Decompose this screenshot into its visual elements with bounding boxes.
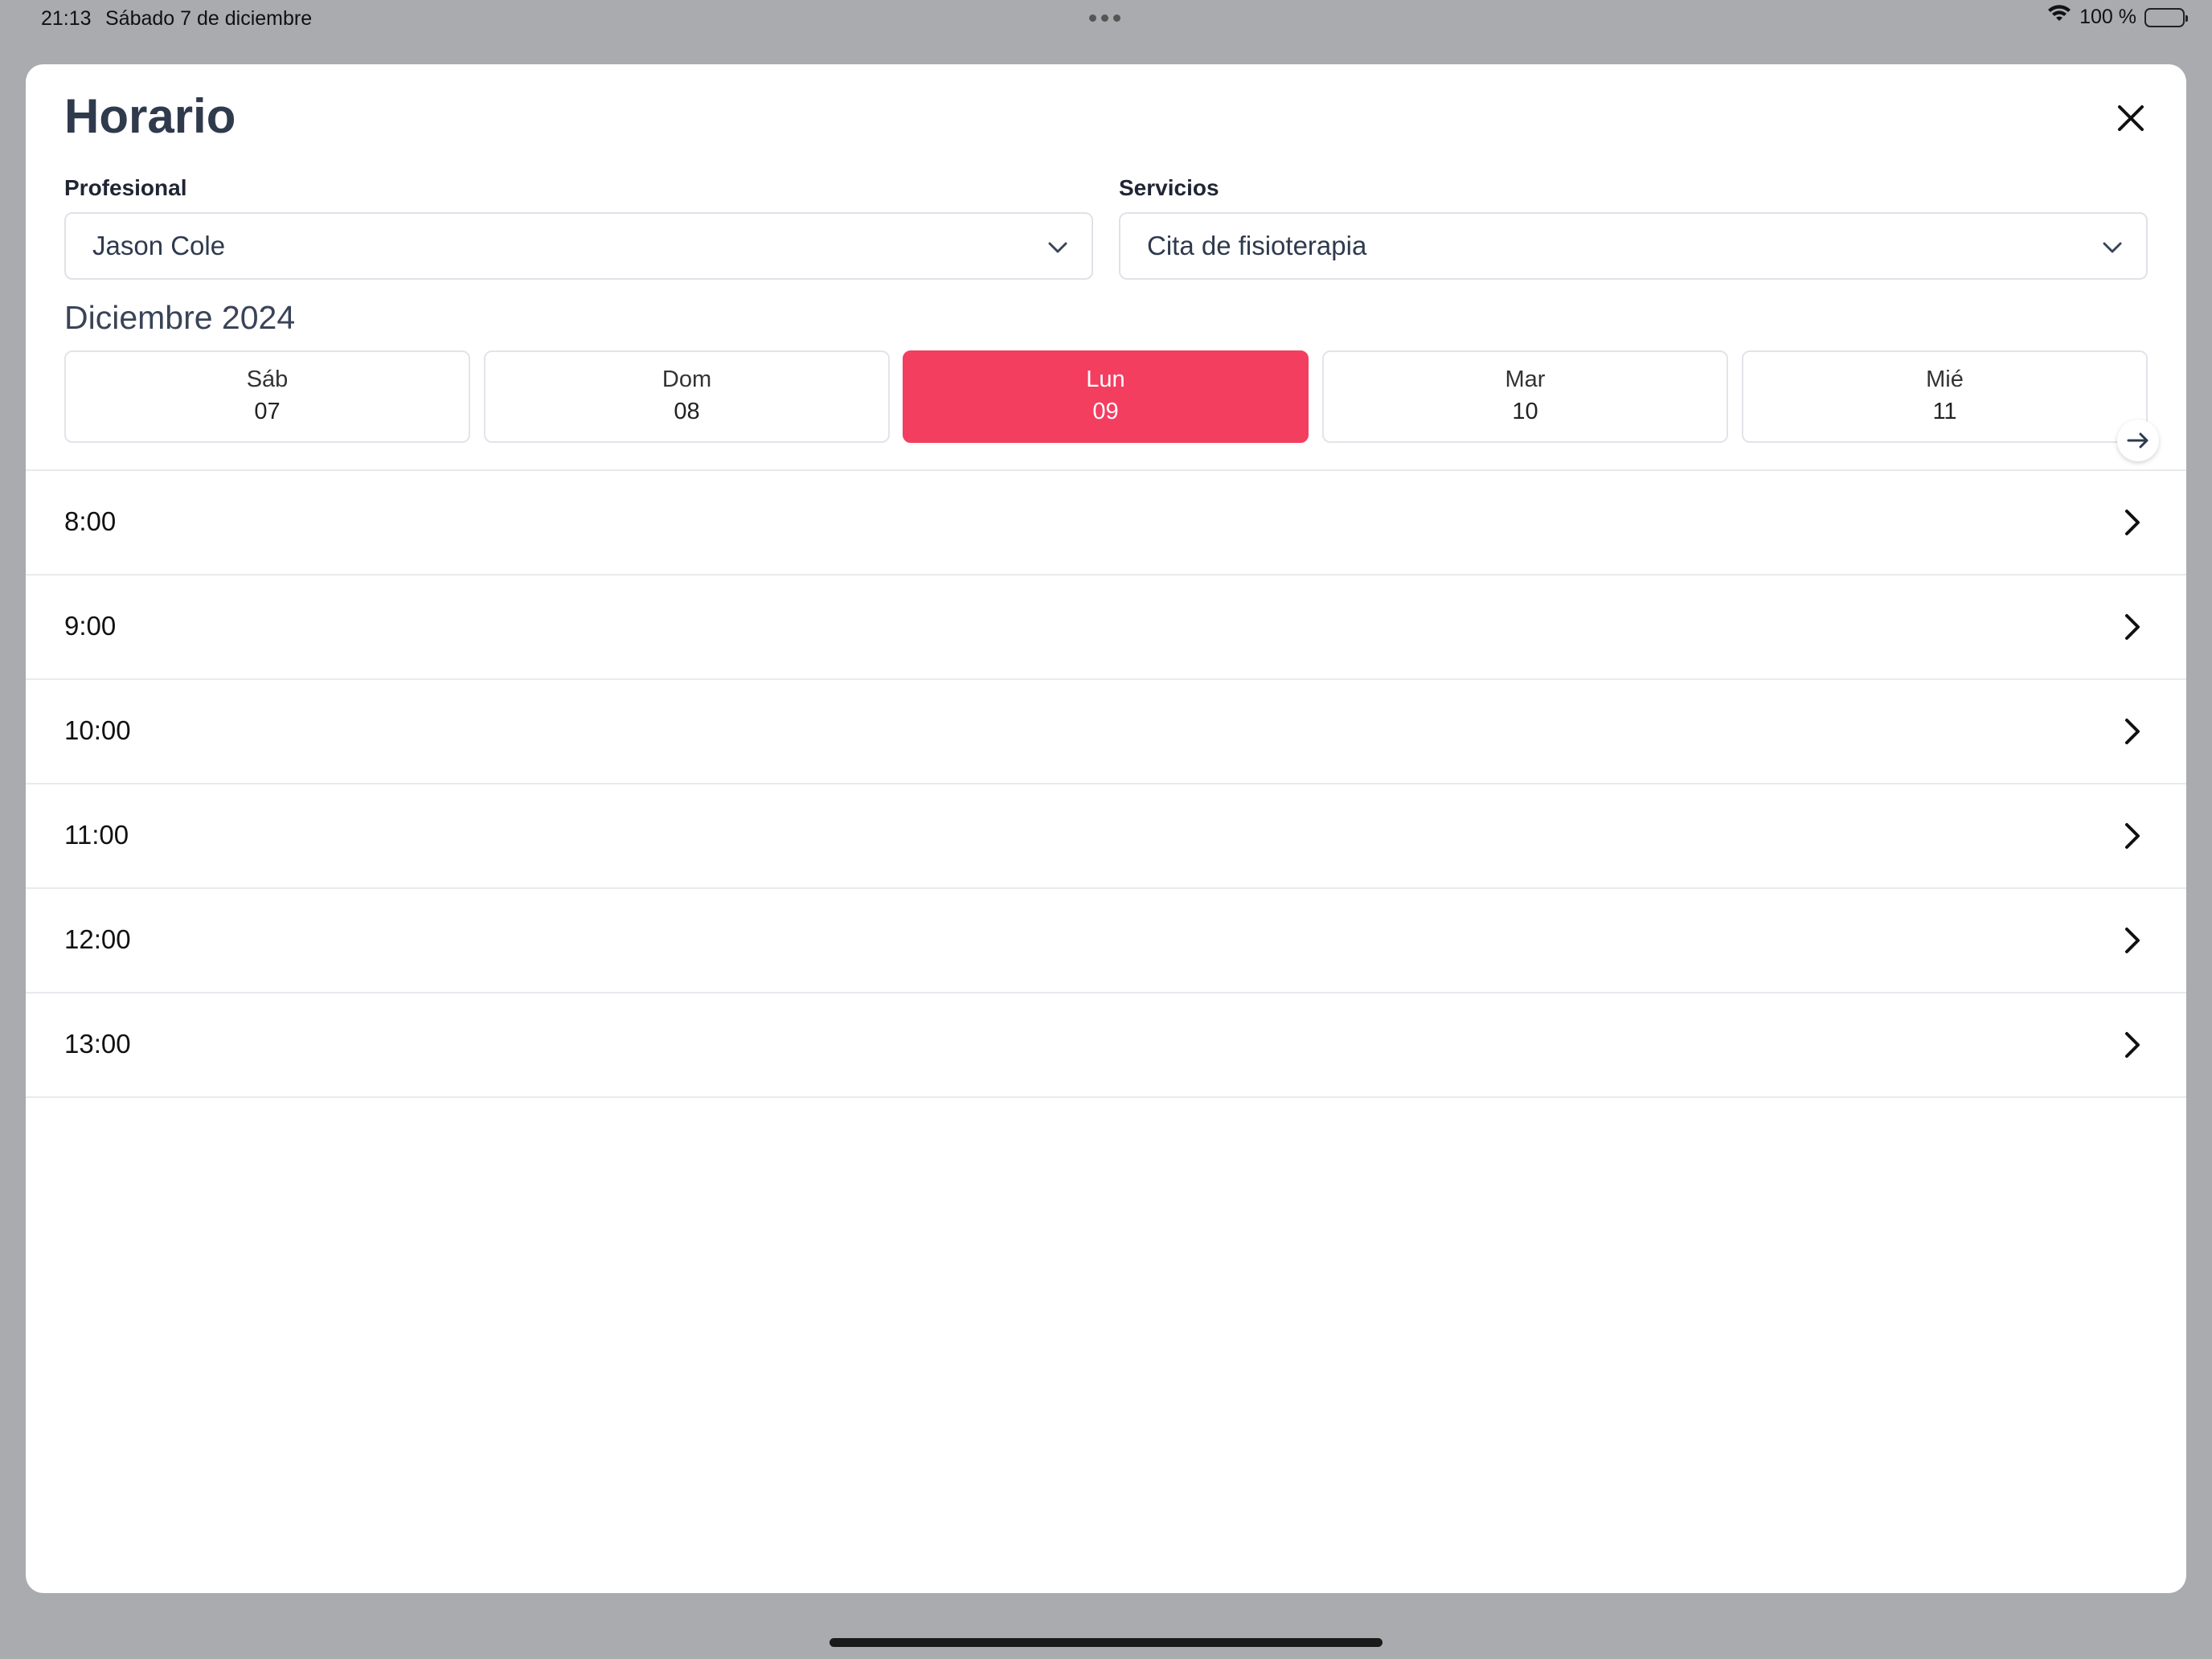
time-slot[interactable]: 12:00 xyxy=(26,889,2186,993)
chevron-right-icon xyxy=(2125,1032,2140,1058)
home-indicator[interactable] xyxy=(830,1638,1382,1647)
time-slot-label: 11:00 xyxy=(64,820,129,850)
time-slot-label: 9:00 xyxy=(64,611,117,641)
time-slot-label: 8:00 xyxy=(64,506,117,536)
day-card-selected[interactable]: Lun 09 xyxy=(903,350,1309,443)
day-of-week: Mié xyxy=(1926,367,1964,392)
chevron-right-icon xyxy=(2125,719,2140,744)
status-bar: 21:13 Sábado 7 de diciembre 100 % xyxy=(0,0,2212,39)
professional-label: Profesional xyxy=(64,175,187,200)
chevron-right-icon xyxy=(2125,510,2140,535)
chevron-down-icon xyxy=(1048,242,1067,253)
time-slot[interactable]: 13:00 xyxy=(26,993,2186,1098)
day-of-week: Sáb xyxy=(246,367,289,392)
chevron-down-icon xyxy=(2103,242,2122,253)
time-slot-list: 8:00 9:00 10:00 11:00 12:00 13:00 xyxy=(26,469,2186,1098)
services-value: Cita de fisioterapia xyxy=(1147,231,1367,260)
time-slot-label: 12:00 xyxy=(64,924,131,954)
chevron-right-icon xyxy=(2125,928,2140,953)
day-number: 10 xyxy=(1512,399,1538,424)
modal-title: Horario xyxy=(64,89,236,143)
battery-icon xyxy=(2144,7,2188,27)
wifi-icon xyxy=(2047,5,2071,30)
time-slot-label: 13:00 xyxy=(64,1029,131,1059)
time-slot[interactable]: 11:00 xyxy=(26,784,2186,889)
multitasking-dots-icon[interactable] xyxy=(1089,14,1120,22)
day-number: 08 xyxy=(674,399,700,424)
services-select[interactable]: Cita de fisioterapia xyxy=(1119,212,2148,280)
time-slot-label: 10:00 xyxy=(64,715,131,745)
month-label: Diciembre 2024 xyxy=(64,299,296,336)
day-number: 09 xyxy=(1092,399,1119,424)
arrow-right-icon xyxy=(2127,432,2149,449)
day-number: 11 xyxy=(1932,399,1957,424)
status-time: 21:13 xyxy=(41,7,92,30)
day-of-week: Mar xyxy=(1505,367,1546,392)
time-slot[interactable]: 8:00 xyxy=(26,471,2186,576)
day-card[interactable]: Mié 11 xyxy=(1742,350,2148,443)
close-icon xyxy=(2118,105,2144,131)
services-label: Servicios xyxy=(1119,175,1219,200)
day-of-week: Lun xyxy=(1086,367,1125,392)
day-card[interactable]: Dom 08 xyxy=(484,350,890,443)
day-strip: Sáb 07 Dom 08 Lun 09 Mar 10 Mié 11 xyxy=(64,350,2148,444)
professional-value: Jason Cole xyxy=(92,231,226,260)
close-button[interactable] xyxy=(2111,98,2151,138)
day-number: 07 xyxy=(254,399,281,424)
battery-percentage: 100 % xyxy=(2079,6,2136,28)
day-of-week: Dom xyxy=(662,367,712,392)
day-card[interactable]: Mar 10 xyxy=(1322,350,1728,443)
day-card[interactable]: Sáb 07 xyxy=(64,350,470,443)
chevron-right-icon xyxy=(2125,614,2140,640)
time-slot[interactable]: 9:00 xyxy=(26,576,2186,680)
chevron-right-icon xyxy=(2125,823,2140,849)
status-right: 100 % xyxy=(2047,5,2188,30)
professional-select[interactable]: Jason Cole xyxy=(64,212,1093,280)
next-days-button[interactable] xyxy=(2117,420,2159,461)
time-slot[interactable]: 10:00 xyxy=(26,680,2186,784)
status-date: Sábado 7 de diciembre xyxy=(105,7,313,30)
schedule-modal: Horario Profesional Jason Cole Servicios… xyxy=(26,64,2186,1593)
